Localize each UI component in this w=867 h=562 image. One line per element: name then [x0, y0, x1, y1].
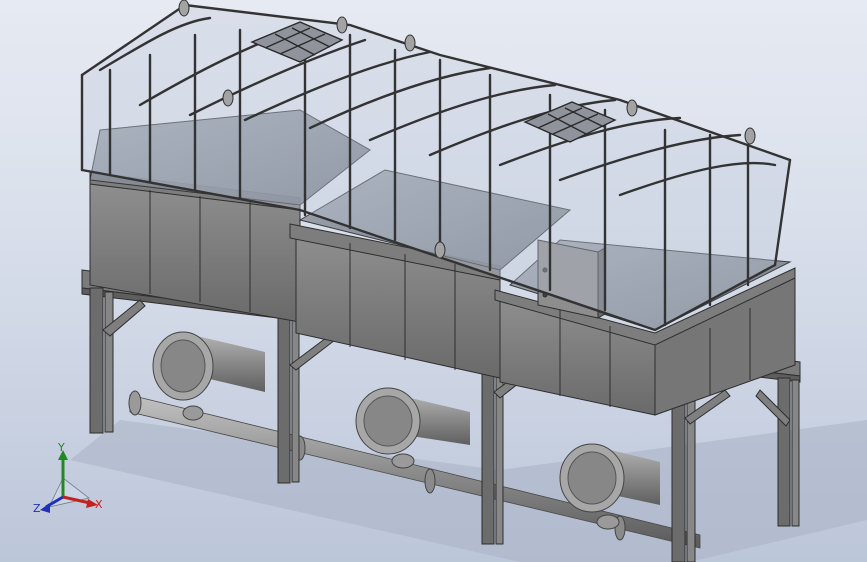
coordinate-triad: Y X Z — [26, 440, 126, 530]
z-axis-label: Z — [33, 502, 41, 515]
equipment-model[interactable] — [0, 0, 867, 562]
z-axis-arrowhead — [40, 503, 50, 513]
y-axis-label: Y — [58, 441, 65, 454]
x-axis-label: X — [95, 498, 103, 511]
graphics-viewport[interactable]: Y X Z — [0, 0, 867, 562]
